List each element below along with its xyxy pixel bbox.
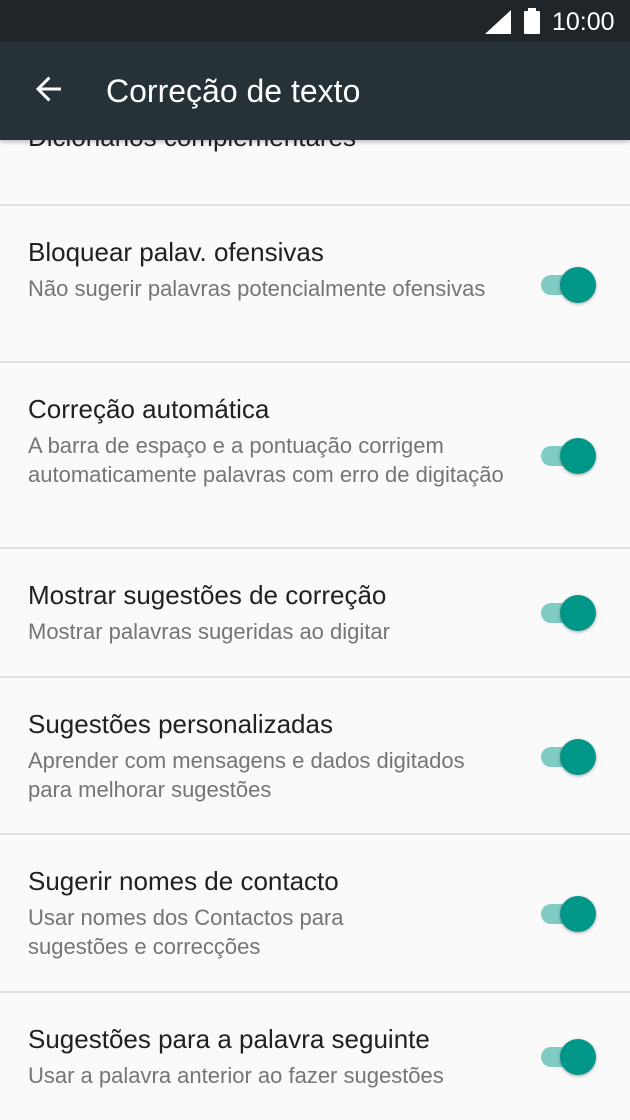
back-button[interactable]	[26, 68, 72, 114]
switch-thumb	[560, 595, 596, 631]
switch-thumb	[560, 739, 596, 775]
setting-title: Correção automática	[28, 394, 270, 424]
switch-thumb	[560, 267, 596, 303]
settings-list[interactable]: Dicionários complementares Bloquear pala…	[0, 140, 630, 1120]
status-time: 10:00	[552, 8, 615, 36]
arrow-left-icon	[33, 73, 65, 110]
setting-summary: Usar a palavra anterior ao fazer sugestõ…	[28, 1063, 444, 1088]
setting-title: Bloquear palav. ofensivas	[28, 237, 324, 267]
setting-title: Dicionários complementares	[28, 140, 356, 154]
page-title: Correção de texto	[106, 73, 361, 109]
switch-thumb	[560, 438, 596, 474]
toggle-switch[interactable]	[538, 435, 600, 475]
setting-correcao-automatica[interactable]: Correção automática A barra de espaço e …	[0, 363, 630, 549]
battery-icon	[523, 8, 541, 39]
setting-summary: Usar nomes dos Contactos para sugestões …	[28, 905, 344, 959]
toggle-switch[interactable]	[538, 264, 600, 304]
setting-summary: Mostrar palavras sugeridas ao digitar	[28, 619, 390, 644]
switch-thumb	[560, 896, 596, 932]
setting-summary: Aprender com mensagens e dados digitados…	[28, 748, 465, 802]
setting-sugestoes-personalizadas[interactable]: Sugestões personalizadas Aprender com me…	[0, 678, 630, 835]
setting-title: Sugerir nomes de contacto	[28, 866, 339, 896]
setting-title: Mostrar sugestões de correção	[28, 580, 387, 610]
setting-title: Sugestões para a palavra seguinte	[28, 1024, 430, 1054]
toggle-switch[interactable]	[538, 893, 600, 933]
setting-summary: Não sugerir palavras potencialmente ofen…	[28, 276, 486, 301]
switch-thumb	[560, 1039, 596, 1075]
toggle-switch[interactable]	[538, 592, 600, 632]
setting-dicionarios-complementares[interactable]: Dicionários complementares	[0, 140, 630, 206]
signal-icon	[485, 10, 511, 39]
app-toolbar: Correção de texto	[0, 42, 630, 140]
setting-mostrar-sugestoes-correcao[interactable]: Mostrar sugestões de correção Mostrar pa…	[0, 549, 630, 678]
setting-summary: A barra de espaço e a pontuação corrigem…	[28, 433, 504, 487]
setting-title: Sugestões personalizadas	[28, 709, 333, 739]
setting-bloquear-palavras-ofensivas[interactable]: Bloquear palav. ofensivas Não sugerir pa…	[0, 206, 630, 363]
setting-sugestoes-palavra-seguinte[interactable]: Sugestões para a palavra seguinte Usar a…	[0, 993, 630, 1120]
status-bar: 10:00	[0, 0, 630, 42]
toggle-switch[interactable]	[538, 1036, 600, 1076]
toggle-switch[interactable]	[538, 736, 600, 776]
setting-sugerir-nomes-contacto[interactable]: Sugerir nomes de contacto Usar nomes dos…	[0, 835, 630, 993]
